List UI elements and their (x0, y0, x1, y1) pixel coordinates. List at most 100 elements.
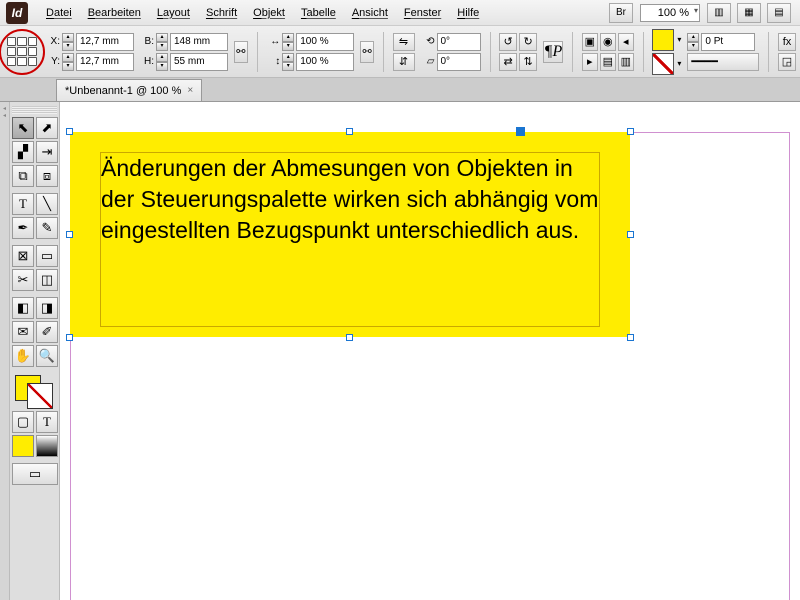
flip-v-icon[interactable]: ⇵ (393, 53, 415, 71)
page-tool[interactable]: ▞ (12, 141, 34, 163)
reference-point-proxy[interactable] (4, 34, 40, 70)
direct-selection-tool[interactable]: ⬈ (36, 117, 58, 139)
document-canvas[interactable]: Änderungen der Abmesungen von Objekten i… (60, 102, 800, 600)
selection-tool[interactable]: ⬉ (12, 117, 34, 139)
menu-edit[interactable]: Bearbeiten (80, 7, 149, 19)
x-field[interactable] (76, 33, 134, 51)
handle-middle-left[interactable] (66, 231, 73, 238)
select-container-icon[interactable]: ▣ (582, 33, 598, 51)
apply-gradient-icon[interactable] (36, 435, 58, 457)
zoom-level-field[interactable] (640, 4, 700, 22)
scaley-spinner[interactable]: ▴▾ (282, 53, 294, 71)
eyedropper-tool[interactable]: ✐ (36, 321, 58, 343)
menu-help[interactable]: Hilfe (449, 7, 487, 19)
screen-mode-tool[interactable]: ▭ (12, 463, 58, 485)
pencil-tool[interactable]: ✎ (36, 217, 58, 239)
zoom-tool[interactable]: 🔍 (36, 345, 58, 367)
stroke-swatch[interactable] (652, 53, 674, 75)
fx-icon[interactable]: fx (778, 33, 796, 51)
rotate-cw-icon[interactable]: ↻ (519, 33, 537, 51)
constrain-scale-icon[interactable]: ⚯ (360, 41, 374, 63)
document-tab-bar: *Unbenannt-1 @ 100 % × (0, 78, 800, 102)
paragraph-style-icon[interactable]: ¶P (543, 41, 563, 63)
corner-icon[interactable]: ◲ (778, 53, 796, 71)
type-tool[interactable]: T (12, 193, 34, 215)
stroke-dropdown-icon[interactable]: ▾ (677, 59, 681, 68)
gradient-feather-tool[interactable]: ◨ (36, 297, 58, 319)
toolbox-grip[interactable] (12, 106, 57, 114)
hand-tool[interactable]: ✋ (12, 345, 34, 367)
h-spinner[interactable]: ▴▾ (156, 53, 168, 71)
h-label: H: (140, 56, 154, 67)
handle-bottom-middle[interactable] (346, 334, 353, 341)
fill-stroke-proxy[interactable] (13, 373, 57, 409)
handle-bottom-right[interactable] (627, 334, 634, 341)
arrange-icon[interactable]: ▤ (600, 53, 616, 71)
rectangle-tool[interactable]: ▭ (36, 245, 58, 267)
handle-bottom-left[interactable] (66, 334, 73, 341)
flip-h-icon[interactable]: ⇋ (393, 33, 415, 51)
bridge-button[interactable]: Br (609, 3, 633, 23)
text-content: Änderungen der Abmesungen von Objekten i… (100, 152, 600, 327)
rotation-field[interactable] (437, 33, 481, 51)
rotate-ccw-icon[interactable]: ↺ (499, 33, 517, 51)
flip-horiz-icon[interactable]: ⇄ (499, 53, 517, 71)
menu-object[interactable]: Objekt (245, 7, 293, 19)
gradient-swatch-tool[interactable]: ◧ (12, 297, 34, 319)
scalex-icon: ↔ (266, 36, 280, 47)
width-field[interactable] (170, 33, 228, 51)
workspace-button[interactable]: ▤ (767, 3, 791, 23)
arrange-button[interactable]: ▦ (737, 3, 761, 23)
content-placer-tool[interactable]: ⧈ (36, 165, 58, 187)
note-tool[interactable]: ✉ (12, 321, 34, 343)
scale-y-field[interactable] (296, 53, 354, 71)
flip-vert-icon[interactable]: ⇅ (519, 53, 537, 71)
panel-collapse-bar[interactable] (0, 102, 10, 600)
line-tool[interactable]: ╲ (36, 193, 58, 215)
menu-file[interactable]: Datei (38, 7, 80, 19)
handle-top-middle[interactable] (346, 128, 353, 135)
format-container-icon[interactable]: ▢ (12, 411, 34, 433)
content-collector-tool[interactable]: ⧉ (12, 165, 34, 187)
select-content-icon[interactable]: ◉ (600, 33, 616, 51)
apply-color-icon[interactable] (12, 435, 34, 457)
scissors-tool[interactable]: ✂ (12, 269, 34, 291)
select-next-icon[interactable]: ▸ (582, 53, 598, 71)
select-prev-icon[interactable]: ◂ (618, 33, 634, 51)
menu-window[interactable]: Fenster (396, 7, 449, 19)
scale-x-field[interactable] (296, 33, 354, 51)
menu-view[interactable]: Ansicht (344, 7, 396, 19)
shear-field[interactable] (437, 53, 481, 71)
menu-type[interactable]: Schrift (198, 7, 245, 19)
w-spinner[interactable]: ▴▾ (156, 33, 168, 51)
screen-mode-button[interactable]: ▥ (707, 3, 731, 23)
close-tab-icon[interactable]: × (187, 85, 193, 96)
handle-middle-right[interactable] (627, 231, 634, 238)
strokewt-spinner[interactable]: ▴▾ (687, 33, 699, 51)
height-field[interactable] (170, 53, 228, 71)
document-tab[interactable]: *Unbenannt-1 @ 100 % × (56, 79, 202, 101)
pen-tool[interactable]: ✒ (12, 217, 34, 239)
handle-top-left[interactable] (66, 128, 73, 135)
toolbox-stroke-swatch[interactable] (27, 383, 53, 409)
stroke-weight-field[interactable] (701, 33, 755, 51)
format-text-icon[interactable]: T (36, 411, 58, 433)
y-field[interactable] (76, 53, 134, 71)
rectangle-frame-tool[interactable]: ⊠ (12, 245, 34, 267)
scalex-spinner[interactable]: ▴▾ (282, 33, 294, 51)
arrange2-icon[interactable]: ▥ (618, 53, 634, 71)
handle-top-right[interactable] (627, 128, 634, 135)
fill-dropdown-icon[interactable]: ▾ (677, 35, 681, 44)
selected-text-frame[interactable]: Änderungen der Abmesungen von Objekten i… (70, 132, 630, 337)
w-label: B: (140, 36, 154, 47)
menu-bar: Id Datei Bearbeiten Layout Schrift Objek… (0, 0, 800, 26)
menu-layout[interactable]: Layout (149, 7, 198, 19)
menu-table[interactable]: Tabelle (293, 7, 344, 19)
gap-tool[interactable]: ⇥ (36, 141, 58, 163)
x-spinner[interactable]: ▴▾ (62, 33, 74, 51)
y-spinner[interactable]: ▴▾ (62, 53, 74, 71)
free-transform-tool[interactable]: ◫ (36, 269, 58, 291)
fill-swatch[interactable] (652, 29, 674, 51)
stroke-style-dropdown[interactable]: ━━━━ (687, 53, 759, 71)
constrain-wh-icon[interactable]: ⚯ (234, 41, 248, 63)
